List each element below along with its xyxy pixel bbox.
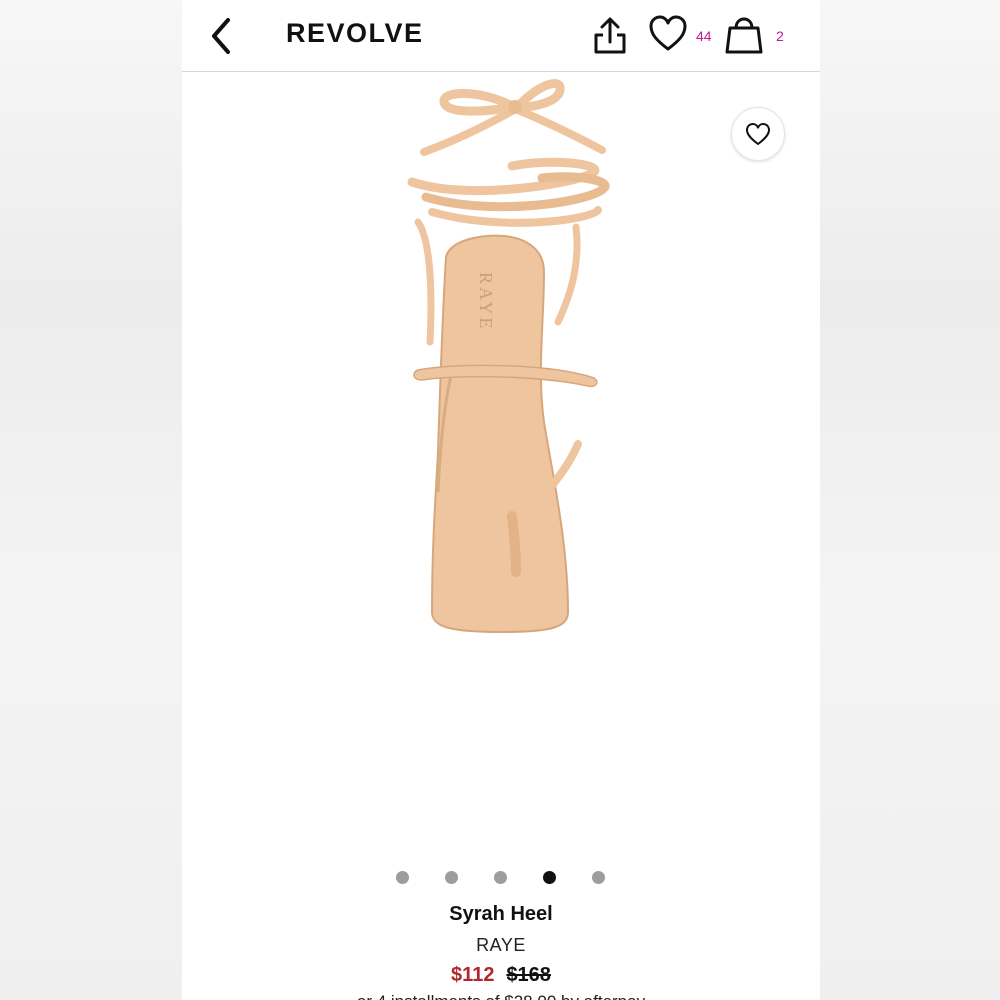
share-icon (594, 17, 626, 54)
shopping-bag-button[interactable] (724, 12, 764, 56)
carousel-dot-active[interactable] (543, 871, 556, 884)
carousel-dot[interactable] (592, 871, 605, 884)
product-name: Syrah Heel (449, 903, 553, 925)
carousel-dot[interactable] (494, 871, 507, 884)
wishlist-button[interactable] (648, 14, 688, 54)
bag-icon (725, 17, 763, 54)
installments-text: or 4 installments of $28.00 by afterpay (182, 992, 820, 1000)
carousel-dot[interactable] (445, 871, 458, 884)
image-carousel-indicator (396, 871, 606, 885)
carousel-dot[interactable] (396, 871, 409, 884)
product-prices: $112 $168 (182, 964, 820, 987)
sandal-illustration: RAYE (407, 78, 610, 634)
sale-price: $112 (451, 964, 495, 986)
product-image[interactable]: RAYE (332, 72, 672, 652)
footbed-logo-text: RAYE (476, 272, 496, 331)
back-chevron-icon (212, 18, 230, 54)
top-navigation-bar: REVOLVE 44 2 (182, 0, 820, 72)
brand-logo[interactable]: REVOLVE (286, 18, 424, 49)
original-price: $168 (506, 964, 551, 986)
product-designer[interactable]: RAYE (182, 935, 820, 956)
heart-icon (746, 123, 770, 145)
background-right (820, 0, 1000, 1000)
wishlist-count: 44 (696, 28, 712, 44)
bag-count: 2 (776, 28, 784, 44)
share-button[interactable] (592, 14, 628, 58)
app-screen: REVOLVE 44 2 RAYE Syrah Heel RAYE $112 $… (182, 0, 820, 1000)
heart-icon (649, 15, 687, 51)
add-to-favorites-button[interactable] (731, 107, 785, 161)
back-button[interactable] (206, 14, 240, 58)
background-left (0, 0, 182, 1000)
